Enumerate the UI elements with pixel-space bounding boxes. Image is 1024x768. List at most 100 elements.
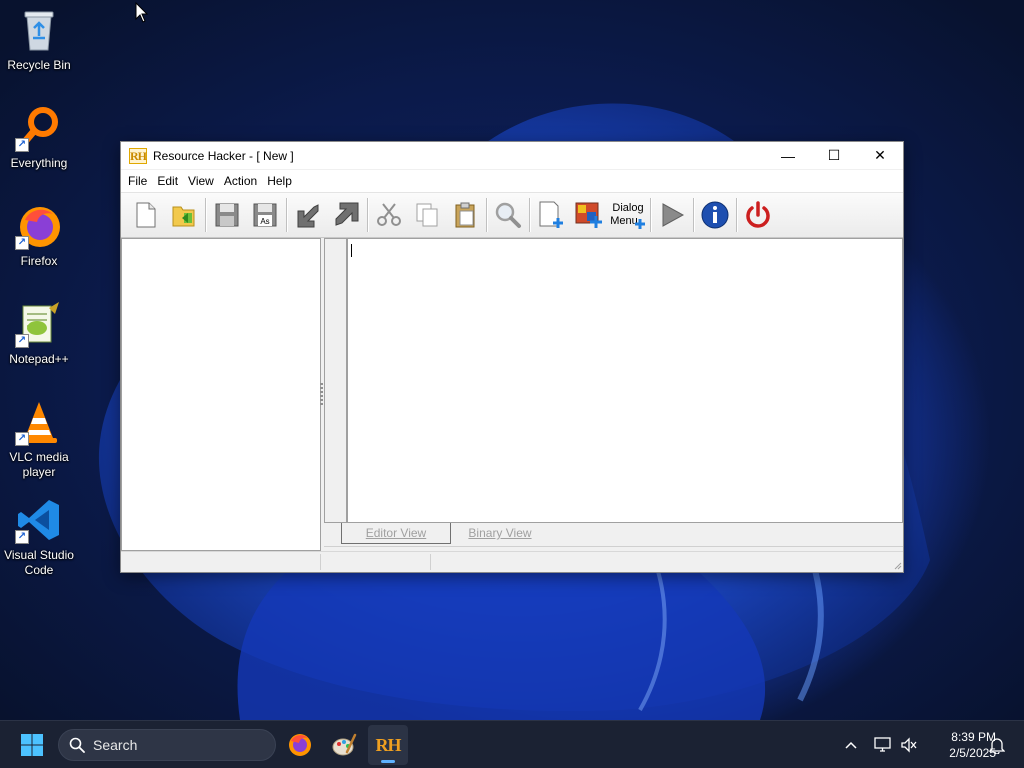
desktop-icon-label: Firefox <box>20 254 58 268</box>
show-hidden-icons-button[interactable] <box>840 721 862 768</box>
desktop-icon-notepadpp[interactable]: ↗ Notepad++ <box>0 300 78 367</box>
copy-button[interactable] <box>408 196 446 234</box>
export-button[interactable] <box>327 196 365 234</box>
editor-gutter <box>324 238 347 523</box>
start-button[interactable] <box>12 729 52 761</box>
window-controls: — ☐ ✕ <box>765 142 903 170</box>
script-editor[interactable] <box>347 238 903 523</box>
shortcut-arrow-icon: ↗ <box>15 138 29 152</box>
save-as-button[interactable]: As <box>246 196 284 234</box>
info-icon <box>701 201 729 229</box>
compile-script-button[interactable] <box>289 196 327 234</box>
dialog-menu-editor-button[interactable]: Dialog Menu <box>608 196 648 234</box>
desktop-icon-label: Everything <box>10 156 68 170</box>
tab-editor-view[interactable]: Editor View <box>341 523 451 544</box>
app-logo-icon: RH <box>129 147 147 164</box>
open-file-button[interactable] <box>165 196 203 234</box>
add-image-icon <box>575 202 602 228</box>
desktop-icon-recycle-bin[interactable]: Recycle Bin <box>0 6 78 73</box>
arrow-up-right-icon <box>335 202 359 226</box>
new-file-button[interactable] <box>127 196 165 234</box>
toolbar-separator <box>486 198 487 232</box>
new-file-icon <box>136 202 156 228</box>
paste-button[interactable] <box>446 196 484 234</box>
desktop-icon-vscode[interactable]: ↗ Visual Studio Code <box>0 496 78 578</box>
add-resource-button[interactable] <box>532 196 570 234</box>
shortcut-arrow-icon: ↗ <box>15 334 29 348</box>
status-segment <box>321 554 431 570</box>
taskbar: Search RH 8:39 PM 2/5/2025 <box>0 720 1024 768</box>
network-status-button[interactable] <box>872 721 894 768</box>
close-button[interactable]: ✕ <box>857 142 903 170</box>
taskbar-clock[interactable]: 8:39 PM 2/5/2025 <box>920 729 996 761</box>
maximize-button[interactable]: ☐ <box>811 142 857 170</box>
speaker-muted-icon <box>901 737 917 753</box>
tab-binary-view[interactable]: Binary View <box>450 523 550 544</box>
magnifier-icon <box>495 202 521 228</box>
toolbar-separator <box>367 198 368 232</box>
cut-button[interactable] <box>370 196 408 234</box>
taskbar-search-box[interactable]: Search <box>58 729 276 761</box>
menu-file[interactable]: File <box>123 170 152 192</box>
toolbar-separator <box>693 198 694 232</box>
open-folder-icon <box>172 206 195 227</box>
play-icon <box>662 203 685 227</box>
status-segment <box>121 554 321 570</box>
clock-date: 2/5/2025 <box>949 746 996 760</box>
editor-container: Editor View Binary View <box>324 238 903 551</box>
menu-bar: File Edit View Action Help <box>121 170 903 192</box>
desktop-icon-firefox[interactable]: ↗ Firefox <box>0 202 78 269</box>
copy-icon <box>416 203 438 227</box>
window-title: Resource Hacker - [ New ] <box>153 148 294 163</box>
resource-hacker-taskbar-icon: RH <box>375 734 402 755</box>
menu-help[interactable]: Help <box>262 170 297 192</box>
desktop-icon-label: VLC media player <box>9 450 69 479</box>
about-button[interactable] <box>696 196 734 234</box>
desktop-icon-everything[interactable]: ↗ Everything <box>0 104 78 171</box>
taskbar-app-paint[interactable] <box>324 725 364 765</box>
toolbar-separator <box>736 198 737 232</box>
view-tabs: Editor View Binary View <box>324 523 903 547</box>
menu-action[interactable]: Action <box>219 170 262 192</box>
find-button[interactable] <box>489 196 527 234</box>
menu-view[interactable]: View <box>183 170 219 192</box>
volume-button[interactable] <box>898 721 920 768</box>
client-area: Editor View Binary View <box>121 238 903 572</box>
run-script-button[interactable] <box>653 196 691 234</box>
scissors-icon <box>377 203 401 226</box>
toolbar-separator <box>286 198 287 232</box>
desktop-icon-label: Visual Studio Code <box>4 548 74 577</box>
shortcut-arrow-icon: ↗ <box>15 236 29 250</box>
notifications-button[interactable] <box>986 721 1008 768</box>
desktop-icon-vlc[interactable]: ↗ VLC media player <box>0 398 78 480</box>
recycle-bin-icon <box>15 6 63 54</box>
add-image-resource-button[interactable] <box>570 196 608 234</box>
dialog-menu-add-icon: Dialog Menu <box>610 202 645 229</box>
exit-button[interactable] <box>739 196 777 234</box>
bell-icon <box>989 738 1005 754</box>
taskbar-app-resource-hacker[interactable]: RH <box>368 725 408 765</box>
taskbar-app-firefox[interactable] <box>280 725 320 765</box>
clipboard-icon <box>455 202 475 228</box>
toolbar: As Dialog Menu <box>121 192 903 238</box>
dialog-label-line1: Dialog <box>612 202 643 214</box>
title-bar[interactable]: RH Resource Hacker - [ New ] — ☐ ✕ <box>121 142 903 170</box>
chevron-up-icon <box>845 741 857 749</box>
everything-search-icon: ↗ <box>15 104 63 152</box>
network-monitor-icon <box>874 737 891 752</box>
vscode-icon: ↗ <box>15 496 63 544</box>
menu-edit[interactable]: Edit <box>152 170 183 192</box>
minimize-button[interactable]: — <box>765 142 811 170</box>
resource-tree-pane[interactable] <box>121 238 321 551</box>
resize-grip-icon[interactable] <box>892 560 902 570</box>
resource-hacker-window[interactable]: RH Resource Hacker - [ New ] — ☐ ✕ File … <box>120 141 904 573</box>
toolbar-separator <box>205 198 206 232</box>
save-button[interactable] <box>208 196 246 234</box>
add-file-icon <box>539 201 563 228</box>
save-disk-icon <box>215 203 239 227</box>
save-as-disk-icon: As <box>253 203 277 227</box>
search-icon <box>69 737 85 753</box>
active-app-indicator <box>381 760 395 763</box>
firefox-icon <box>289 734 311 756</box>
clock-time: 8:39 PM <box>951 730 996 744</box>
